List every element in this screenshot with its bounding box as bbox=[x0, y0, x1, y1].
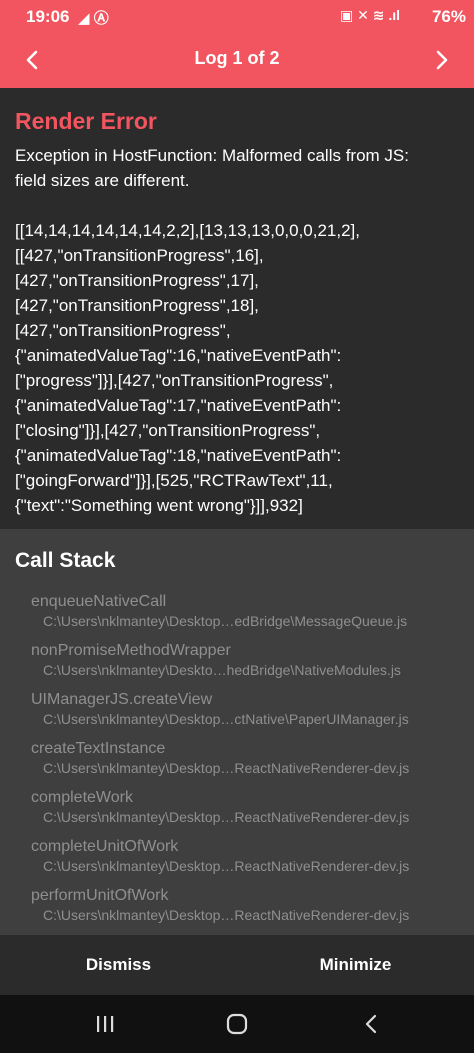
error-message-line: [[427,"onTransitionProgress",16], bbox=[15, 246, 264, 265]
error-message-line: field sizes are different. bbox=[15, 171, 190, 190]
error-message-line: [427,"onTransitionProgress",17], bbox=[15, 271, 259, 290]
stack-frame-function: nonPromiseMethodWrapper bbox=[31, 642, 231, 659]
error-message-line: [427,"onTransitionProgress", bbox=[15, 321, 231, 340]
system-navigation-bar bbox=[0, 995, 474, 1053]
error-heading: Render Error bbox=[15, 108, 157, 134]
battery-level: 76% bbox=[431, 7, 466, 26]
stack-frame[interactable]: UIManagerJS.createView C:\Users\nklmante… bbox=[31, 690, 461, 739]
recents-icon bbox=[97, 1016, 114, 1032]
minimize-button[interactable]: Minimize bbox=[237, 935, 474, 995]
stack-frame-file: C:\Users\nklmantey\Desktop…ReactNativeRe… bbox=[43, 907, 410, 923]
stack-frame[interactable]: completeUnitOfWork C:\Users\nklmantey\De… bbox=[31, 837, 461, 886]
stack-frame-file: C:\Users\nklmantey\Desktop…ReactNativeRe… bbox=[43, 809, 410, 825]
stack-frame-function: completeUnitOfWork bbox=[31, 838, 179, 855]
back-button[interactable] bbox=[346, 1007, 396, 1041]
error-message-line: {"animatedValueTag":18,"nativeEventPath"… bbox=[15, 446, 342, 465]
stack-frame-file: C:\Users\nklmantey\Desktop…ReactNativeRe… bbox=[43, 760, 410, 776]
stack-frame-function: enqueueNativeCall bbox=[31, 593, 167, 610]
stack-frame-file: C:\Users\nklmantey\Desktop…edBridge\Mess… bbox=[43, 613, 408, 629]
stack-frame-function: completeWork bbox=[31, 789, 133, 806]
error-message-line: {"animatedValueTag":17,"nativeEventPath"… bbox=[15, 396, 342, 415]
home-icon bbox=[226, 1013, 248, 1035]
dismiss-button[interactable]: Dismiss bbox=[0, 935, 237, 995]
call-stack-section: Call Stack enqueueNativeCall C:\Users\nk… bbox=[0, 529, 474, 935]
call-stack-frames: enqueueNativeCall C:\Users\nklmantey\Des… bbox=[31, 592, 461, 935]
status-bar: 19:06 ◢ Ⓐ ▣ ✕ ≋ .ıl 76% bbox=[0, 0, 474, 32]
log-header: Log 1 of 2 bbox=[0, 32, 474, 88]
error-message-line bbox=[15, 193, 459, 218]
stack-frame-function: UIManagerJS.createView bbox=[31, 691, 213, 708]
stack-frame[interactable]: nonPromiseMethodWrapper C:\Users\nklmant… bbox=[31, 641, 461, 690]
error-message-line: ["closing"]}],[427,"onTransitionProgress… bbox=[15, 421, 321, 440]
stack-frame-file: C:\Users\nklmantey\Desktop…ctNative\Pape… bbox=[43, 711, 409, 727]
home-button[interactable] bbox=[212, 1007, 262, 1041]
stack-frame[interactable]: enqueueNativeCall C:\Users\nklmantey\Des… bbox=[31, 592, 461, 641]
error-section: Render Error Exception in HostFunction: … bbox=[0, 88, 474, 529]
stack-frame-file: C:\Users\nklmantey\Desktop…ReactNativeRe… bbox=[43, 858, 410, 874]
stack-frame-function: createTextInstance bbox=[31, 740, 166, 757]
error-message: Exception in HostFunction: Malformed cal… bbox=[15, 143, 459, 518]
error-message-line: [427,"onTransitionProgress",18], bbox=[15, 296, 259, 315]
error-message-line: Exception in HostFunction: Malformed cal… bbox=[15, 146, 409, 165]
back-icon bbox=[365, 1014, 377, 1034]
notification-icons: ◢ Ⓐ bbox=[78, 10, 109, 27]
error-message-line: [[14,14,14,14,14,14,2,2],[13,13,13,0,0,0… bbox=[15, 221, 361, 240]
log-counter-title: Log 1 of 2 bbox=[194, 48, 280, 68]
recents-button[interactable] bbox=[80, 1007, 130, 1041]
call-stack-heading: Call Stack bbox=[15, 549, 116, 572]
chevron-right-icon bbox=[436, 50, 448, 70]
stack-frame-function: performUnitOfWork bbox=[31, 887, 169, 904]
stack-frame[interactable]: completeWork C:\Users\nklmantey\Desktop…… bbox=[31, 788, 461, 837]
error-message-line: ["progress"]}],[427,"onTransitionProgres… bbox=[15, 371, 334, 390]
status-time: 19:06 bbox=[26, 7, 70, 26]
stack-frame-file: C:\Users\nklmantey\Deskto…hedBridge\Nati… bbox=[43, 662, 401, 678]
next-log-button[interactable] bbox=[422, 44, 462, 76]
error-message-line: {"text":"Something went wrong"}]],932] bbox=[15, 496, 303, 515]
system-status-icons: ▣ ✕ ≋ .ıl bbox=[339, 7, 400, 23]
action-bar: Dismiss Minimize bbox=[0, 935, 474, 995]
error-message-line: {"animatedValueTag":16,"nativeEventPath"… bbox=[15, 346, 342, 365]
stack-frame[interactable]: performUnitOfWork C:\Users\nklmantey\Des… bbox=[31, 886, 461, 935]
stack-frame[interactable]: createTextInstance C:\Users\nklmantey\De… bbox=[31, 739, 461, 788]
error-message-line: ["goingForward"]}],[525,"RCTRawText",11, bbox=[15, 471, 333, 490]
